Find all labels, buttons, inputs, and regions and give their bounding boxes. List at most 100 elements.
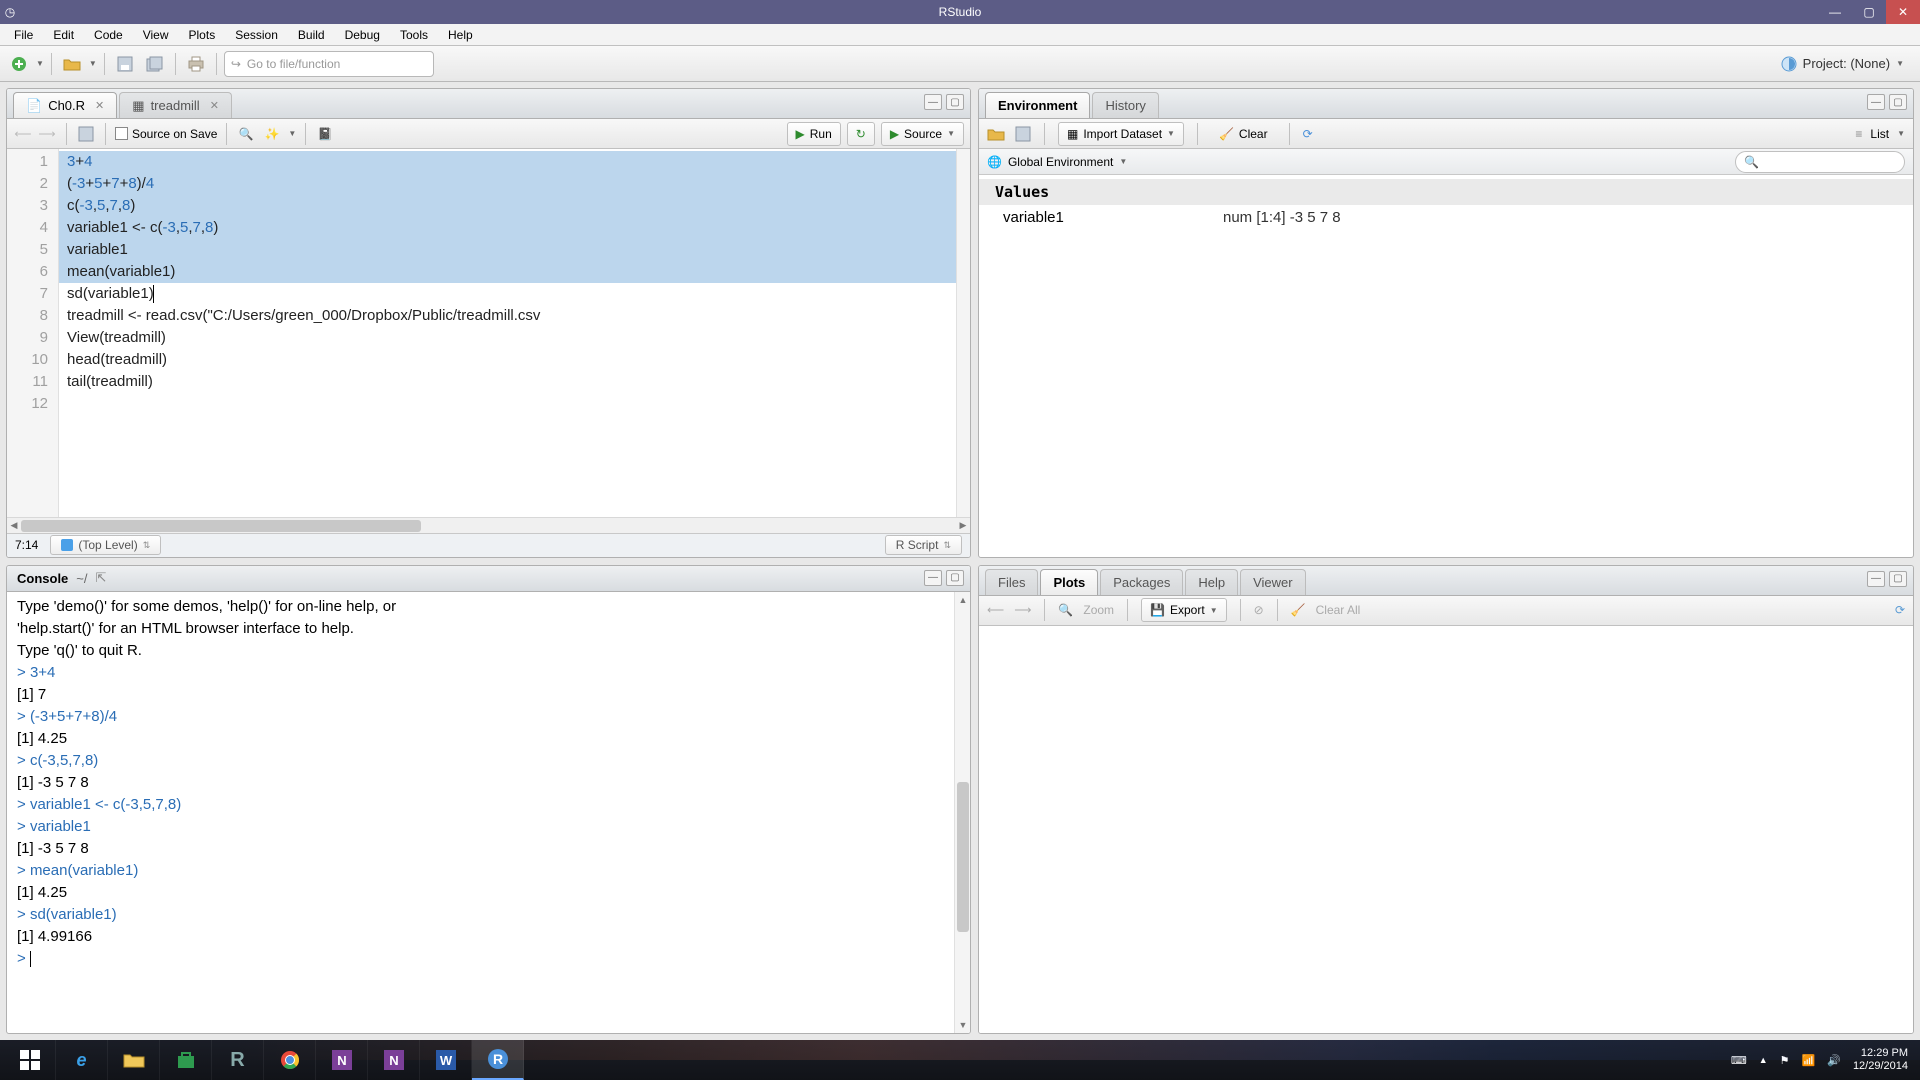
- minimize-button[interactable]: —: [1818, 0, 1852, 24]
- export-button[interactable]: 💾 Export ▼: [1141, 598, 1227, 622]
- pane-maximize-button[interactable]: ▢: [946, 94, 964, 110]
- taskbar-onenote2[interactable]: N: [368, 1040, 420, 1080]
- vertical-splitter[interactable]: [971, 88, 978, 1034]
- env-search-input[interactable]: 🔍: [1735, 151, 1905, 173]
- new-file-button[interactable]: [6, 51, 32, 77]
- tray-network-icon[interactable]: 📶: [1802, 1054, 1816, 1067]
- taskbar-store[interactable]: [160, 1040, 212, 1080]
- taskbar-r[interactable]: R: [212, 1040, 264, 1080]
- menu-build[interactable]: Build: [290, 26, 333, 44]
- clear-env-button[interactable]: 🧹 Clear: [1211, 122, 1276, 146]
- close-button[interactable]: ✕: [1886, 0, 1920, 24]
- nav-fwd-icon[interactable]: ⟶: [37, 124, 57, 144]
- code-line[interactable]: mean(variable1): [59, 261, 970, 283]
- pane-maximize-button[interactable]: ▢: [1889, 94, 1907, 110]
- code-line[interactable]: View(treadmill): [59, 327, 970, 349]
- import-dataset-button[interactable]: ▦ Import Dataset ▼: [1058, 122, 1184, 146]
- menu-view[interactable]: View: [135, 26, 177, 44]
- menu-code[interactable]: Code: [86, 26, 131, 44]
- scroll-down-icon[interactable]: ▼: [955, 1017, 970, 1033]
- menu-session[interactable]: Session: [227, 26, 286, 44]
- tray-keyboard-icon[interactable]: ⌨: [1731, 1054, 1747, 1067]
- code-line[interactable]: variable1: [59, 239, 970, 261]
- scope-selector[interactable]: (Top Level) ⇅: [50, 535, 161, 555]
- source-on-save-checkbox[interactable]: Source on Save: [115, 127, 217, 141]
- menu-edit[interactable]: Edit: [45, 26, 82, 44]
- code-line[interactable]: sd(variable1): [59, 283, 970, 305]
- pane-minimize-button[interactable]: —: [924, 94, 942, 110]
- editor-tab-treadmill[interactable]: ▦ treadmill ✕: [119, 92, 232, 118]
- tab-packages[interactable]: Packages: [1100, 569, 1183, 595]
- maximize-button[interactable]: ▢: [1852, 0, 1886, 24]
- tray-clock[interactable]: 12:29 PM 12/29/2014: [1853, 1047, 1908, 1073]
- wand-icon[interactable]: ✨: [262, 124, 282, 144]
- env-variable-row[interactable]: variable1 num [1:4] -3 5 7 8: [979, 205, 1913, 231]
- save-icon[interactable]: [76, 124, 96, 144]
- tab-plots[interactable]: Plots: [1040, 569, 1098, 595]
- list-view-icon[interactable]: ≡: [1855, 127, 1862, 141]
- editor-vscrollbar[interactable]: [956, 149, 970, 517]
- code-line[interactable]: tail(treadmill): [59, 371, 970, 393]
- save-workspace-icon[interactable]: [1015, 126, 1031, 142]
- save-button[interactable]: [112, 51, 138, 77]
- code-line[interactable]: c(-3,5,7,8): [59, 195, 970, 217]
- scroll-left-icon[interactable]: ◀: [7, 518, 21, 534]
- taskbar-chrome[interactable]: [264, 1040, 316, 1080]
- plot-prev-icon[interactable]: ⟵: [987, 603, 1004, 617]
- code-line[interactable]: treadmill <- read.csv("C:/Users/green_00…: [59, 305, 970, 327]
- menu-debug[interactable]: Debug: [337, 26, 388, 44]
- broom-icon[interactable]: 🧹: [1291, 603, 1306, 617]
- nav-back-icon[interactable]: ⟵: [13, 124, 33, 144]
- taskbar-onenote1[interactable]: N: [316, 1040, 368, 1080]
- code-line[interactable]: head(treadmill): [59, 349, 970, 371]
- menu-file[interactable]: File: [6, 26, 41, 44]
- source-button[interactable]: ▶ Source ▼: [881, 122, 964, 146]
- zoom-label[interactable]: Zoom: [1083, 603, 1114, 617]
- pane-maximize-button[interactable]: ▢: [946, 570, 964, 586]
- tray-flag-icon[interactable]: ⚑: [1780, 1054, 1790, 1067]
- code-line[interactable]: 3+4: [59, 151, 970, 173]
- tray-volume-icon[interactable]: 🔊: [1827, 1054, 1841, 1067]
- pane-minimize-button[interactable]: —: [924, 570, 942, 586]
- print-button[interactable]: [183, 51, 209, 77]
- taskbar-ie[interactable]: e: [56, 1040, 108, 1080]
- pane-maximize-button[interactable]: ▢: [1889, 571, 1907, 587]
- goto-file-function-input[interactable]: ↪ Go to file/function: [224, 51, 434, 77]
- remove-plot-icon[interactable]: ⊘: [1254, 603, 1264, 617]
- re-run-button[interactable]: ↻: [847, 122, 875, 146]
- popout-icon[interactable]: ⇱: [96, 570, 107, 586]
- taskbar-word[interactable]: W: [420, 1040, 472, 1080]
- code-editor[interactable]: 3+4(-3+5+7+8)/4c(-3,5,7,8)variable1 <- c…: [59, 149, 970, 517]
- taskbar-rstudio[interactable]: R: [472, 1040, 524, 1080]
- editor-hscrollbar[interactable]: ◀ ▶: [7, 517, 970, 533]
- editor-tab-ch0r[interactable]: 📄 Ch0.R ✕: [13, 92, 117, 118]
- project-selector[interactable]: Project: (None) ▼: [1781, 56, 1914, 72]
- taskbar-explorer[interactable]: [108, 1040, 160, 1080]
- close-tab-icon[interactable]: ✕: [210, 99, 219, 112]
- horizontal-splitter[interactable]: [6, 558, 971, 565]
- find-icon[interactable]: 🔍: [236, 124, 256, 144]
- dropdown-caret-icon[interactable]: ▼: [288, 129, 296, 138]
- close-tab-icon[interactable]: ✕: [95, 99, 104, 112]
- pane-minimize-button[interactable]: —: [1867, 571, 1885, 587]
- tab-files[interactable]: Files: [985, 569, 1038, 595]
- console-output[interactable]: Type 'demo()' for some demos, 'help()' f…: [7, 592, 970, 1034]
- scroll-up-icon[interactable]: ▲: [955, 592, 970, 608]
- tray-expand-icon[interactable]: ▲: [1759, 1055, 1768, 1065]
- run-button[interactable]: ▶ Run: [787, 122, 841, 146]
- pane-minimize-button[interactable]: —: [1867, 94, 1885, 110]
- dropdown-caret-icon[interactable]: ▼: [1119, 157, 1127, 166]
- plot-next-icon[interactable]: ⟶: [1014, 603, 1031, 617]
- tab-viewer[interactable]: Viewer: [1240, 569, 1306, 595]
- menu-tools[interactable]: Tools: [392, 26, 436, 44]
- tab-history[interactable]: History: [1092, 92, 1158, 118]
- console-vscrollbar[interactable]: ▲ ▼: [954, 592, 970, 1034]
- dropdown-caret-icon[interactable]: ▼: [36, 59, 44, 68]
- scope-name[interactable]: Global Environment: [1008, 155, 1113, 169]
- refresh-plots-icon[interactable]: ⟳: [1895, 603, 1905, 617]
- scroll-right-icon[interactable]: ▶: [956, 518, 970, 534]
- list-view-label[interactable]: List: [1870, 127, 1889, 141]
- horizontal-splitter[interactable]: [978, 558, 1914, 565]
- language-selector[interactable]: R Script ⇅: [885, 535, 962, 555]
- refresh-icon[interactable]: ⟳: [1303, 127, 1313, 141]
